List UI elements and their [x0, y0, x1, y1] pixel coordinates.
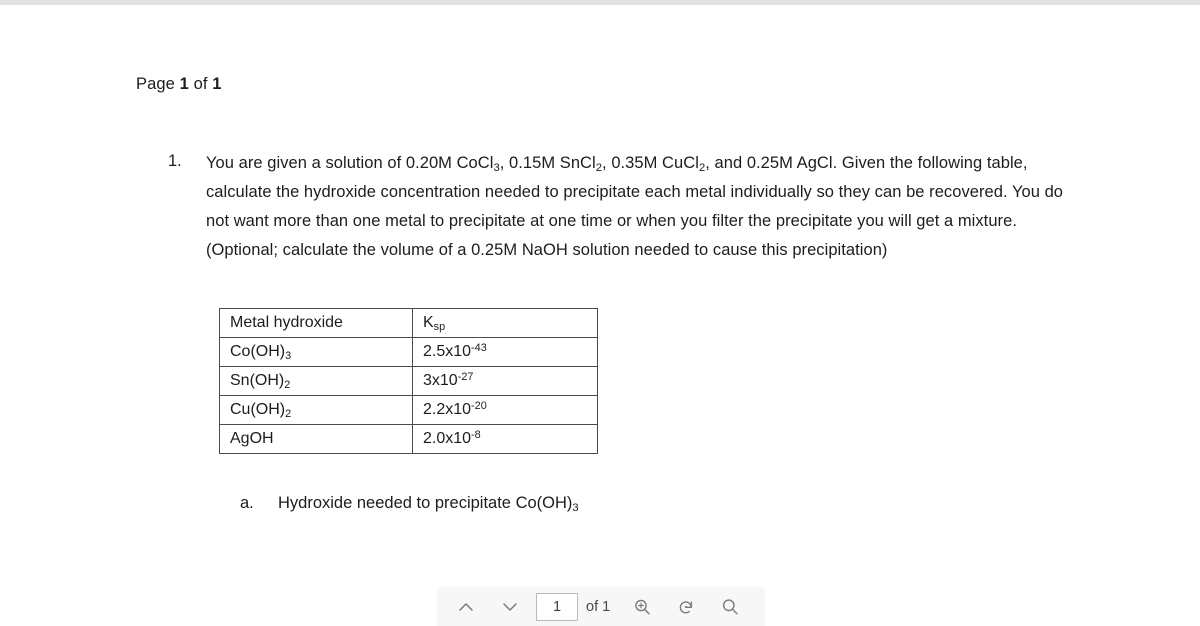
subquestion-subscript: 3 [572, 502, 579, 515]
compound-subscript: 3 [285, 350, 292, 363]
ksp-subscript: sp [433, 321, 446, 334]
table-cell-ksp: 2.0x10-8 [412, 424, 598, 454]
ksp-base: K [423, 314, 434, 331]
question-block: 1. You are given a solution of 0.20M CoC… [168, 149, 1068, 265]
question-text-part-3: , 0.35M CuCl [602, 154, 699, 172]
table-cell-ksp: 3x10-27 [412, 366, 598, 396]
page-indicator-middle: of [193, 75, 208, 93]
table-cell-compound: Cu(OH)2 [219, 395, 413, 425]
chevron-up-icon [456, 597, 476, 617]
previous-page-button[interactable] [444, 590, 488, 624]
table-header-row: Metal hydroxide Ksp [219, 308, 598, 338]
compound-base: Cu(OH) [230, 401, 286, 418]
document-page: Page 1 of 1 1. You are given a solution … [0, 5, 1200, 626]
table-header-cell-ksp: Ksp [412, 308, 598, 338]
compound-base: Co(OH) [230, 343, 286, 360]
ksp-mantissa: 3x10 [423, 372, 458, 389]
subquestion-a: a. Hydroxide needed to precipitate Co(OH)… [240, 494, 579, 515]
ksp-exponent: -43 [471, 342, 487, 355]
question-text-part-2: , 0.15M SnCl [499, 154, 596, 172]
compound-subscript: 2 [285, 408, 292, 421]
table-cell-compound: AgOH [219, 424, 413, 454]
search-button[interactable] [708, 590, 752, 624]
zoom-in-button[interactable] [620, 590, 664, 624]
chevron-down-icon [500, 597, 520, 617]
compound-base: Sn(OH) [230, 372, 285, 389]
table-cell-compound: Sn(OH)2 [219, 366, 413, 396]
question-text: You are given a solution of 0.20M CoCl3,… [206, 149, 1068, 265]
rotate-icon [676, 597, 696, 617]
page-indicator: Page 1 of 1 [136, 75, 222, 94]
pdf-viewer-toolbar: of 1 [438, 588, 764, 626]
compound-base: AgOH [230, 430, 274, 447]
compound-subscript: 2 [284, 379, 291, 392]
ksp-exponent: -27 [457, 371, 474, 384]
page-total-label: of 1 [586, 599, 611, 615]
zoom-in-icon [632, 597, 652, 617]
table-cell-compound: Co(OH)3 [219, 337, 413, 367]
ksp-exponent: -8 [471, 429, 481, 442]
table-header-cell-compound: Metal hydroxide [219, 308, 413, 338]
question-number: 1. [168, 152, 182, 170]
subquestion-marker: a. [240, 494, 254, 512]
table-row: Co(OH)3 2.5x10-43 [219, 337, 598, 367]
ksp-table: Metal hydroxide Ksp Co(OH)3 2.5x10-43 Sn… [219, 308, 598, 454]
next-page-button[interactable] [488, 590, 532, 624]
table-row: Cu(OH)2 2.2x10-20 [219, 395, 598, 425]
table-row: Sn(OH)2 3x10-27 [219, 366, 598, 396]
table-cell-ksp: 2.2x10-20 [412, 395, 598, 425]
ksp-exponent: -20 [471, 400, 487, 413]
subquestion-text: Hydroxide needed to precipitate Co(OH) [278, 494, 573, 512]
search-icon [720, 597, 740, 617]
page-indicator-total: 1 [212, 75, 222, 93]
table-cell-ksp: 2.5x10-43 [412, 337, 598, 367]
page-indicator-current: 1 [179, 75, 189, 93]
table-row: AgOH 2.0x10-8 [219, 424, 598, 454]
ksp-mantissa: 2.2x10 [423, 401, 472, 418]
ksp-mantissa: 2.5x10 [423, 343, 472, 360]
question-text-part-1: You are given a solution of 0.20M CoCl [206, 154, 494, 172]
page-indicator-prefix: Page [136, 75, 175, 93]
page-number-input[interactable] [536, 593, 578, 621]
ksp-mantissa: 2.0x10 [423, 430, 472, 447]
rotate-button[interactable] [664, 590, 708, 624]
